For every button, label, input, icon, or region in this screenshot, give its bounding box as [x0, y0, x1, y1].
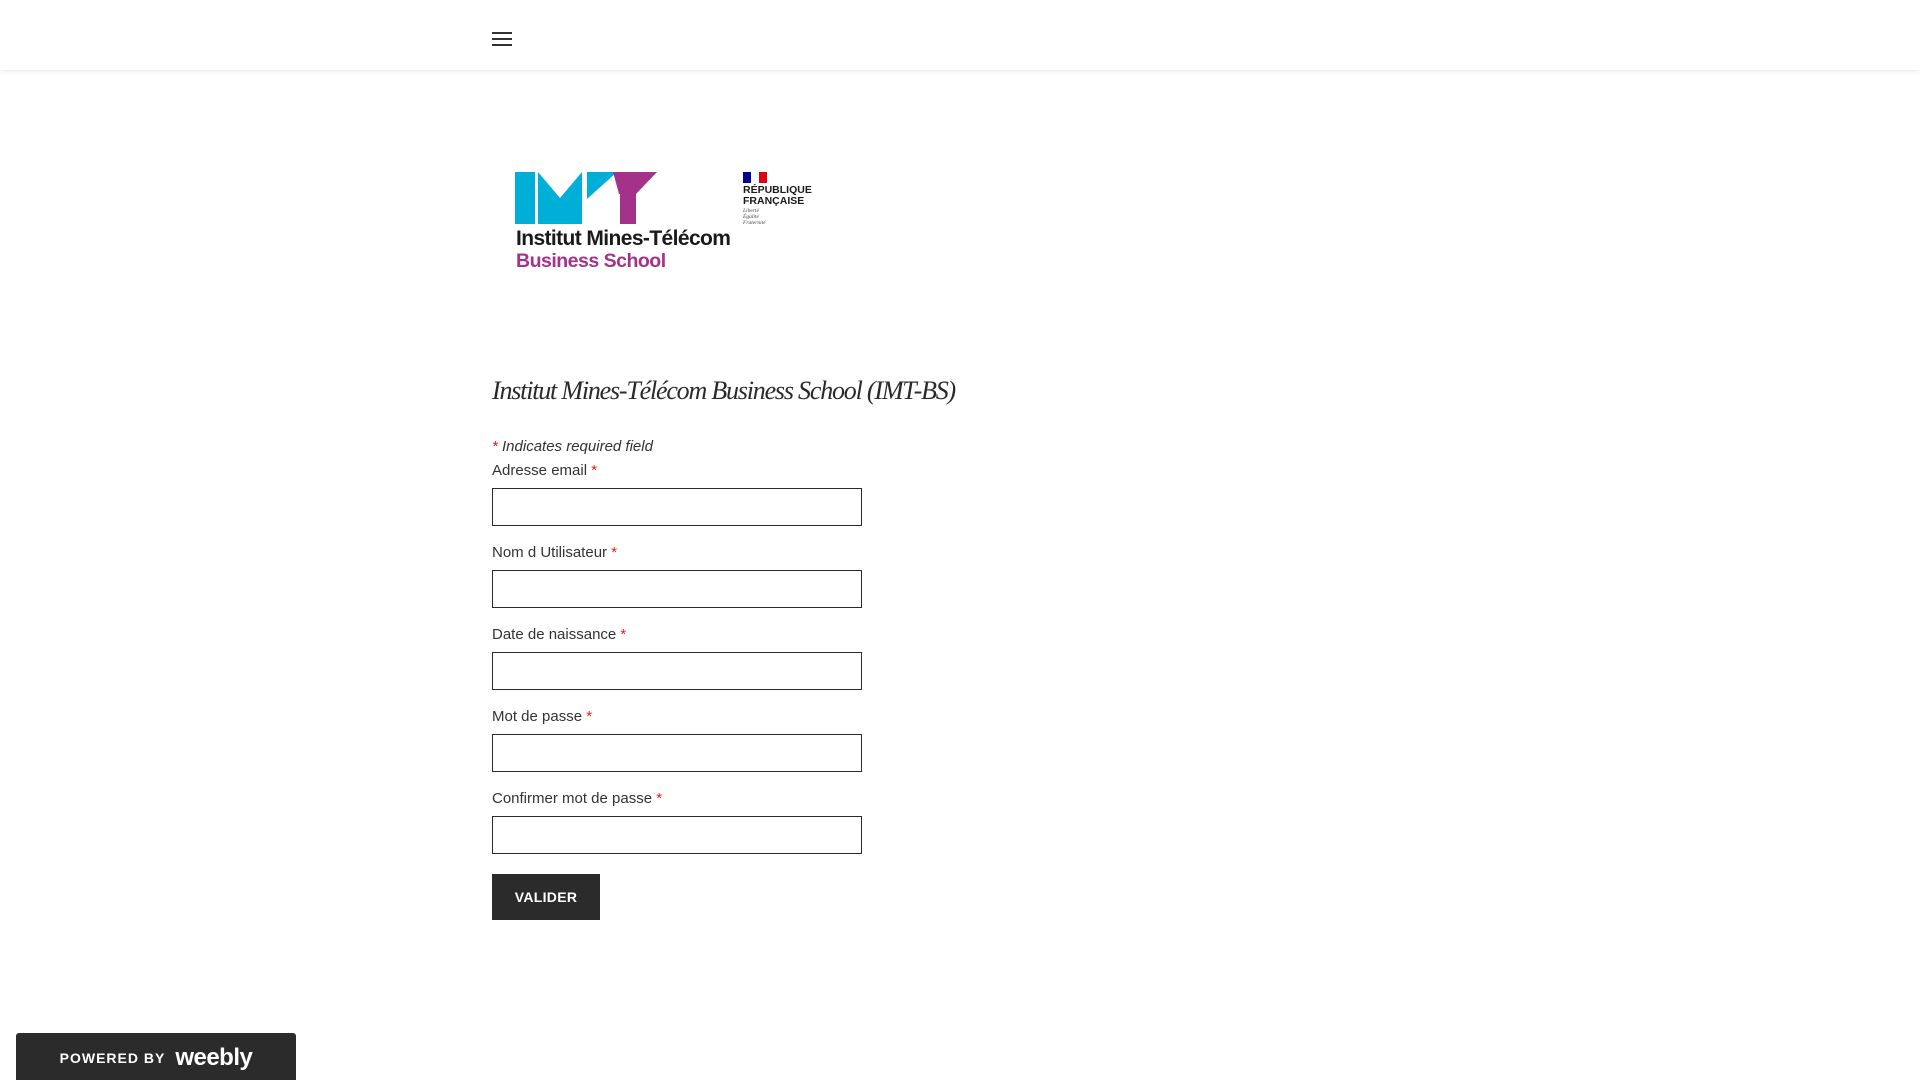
republique-text: RÉPUBLIQUE FRANÇAISE [743, 185, 812, 207]
imt-bs-logo[interactable]: Institut Mines-Télécom Business School R… [515, 170, 815, 280]
hamburger-line [492, 38, 512, 40]
confirm-password-input[interactable] [492, 816, 862, 854]
motto-fraternite: Fraternité [743, 220, 766, 226]
required-field-note: * Indicates required field [492, 438, 653, 455]
logo-text-business-school: Business School [516, 250, 666, 272]
page-title: Institut Mines-Télécom Business School (… [492, 376, 956, 405]
submit-button[interactable]: VALIDER [492, 874, 600, 920]
powered-by-text: POWERED BY [59, 1050, 166, 1066]
email-label-text: Adresse email [492, 462, 588, 479]
republique-francaise-logo: RÉPUBLIQUE FRANÇAISE Liberté Égalité Fra… [743, 172, 823, 232]
hamburger-line [492, 44, 512, 46]
confirm-password-label-text: Confirmer mot de passe [492, 790, 653, 807]
password-label: Mot de passe * [492, 708, 592, 725]
birthdate-input[interactable] [492, 652, 862, 690]
weebly-logo: weebly [175, 1044, 253, 1071]
required-star: * [620, 626, 627, 643]
confirm-password-label: Confirmer mot de passe * [492, 790, 662, 807]
flag-white-stripe [751, 172, 759, 183]
imt-logo-shapes-icon [515, 172, 657, 224]
username-input[interactable] [492, 570, 862, 608]
required-star: * [611, 544, 618, 561]
birthdate-label: Date de naissance * [492, 626, 626, 643]
powered-by-weebly-badge[interactable]: POWERED BY weebly [16, 1033, 296, 1080]
email-label: Adresse email * [492, 462, 597, 479]
republique-motto: Liberté Égalité Fraternité [743, 208, 766, 226]
password-label-text: Mot de passe [492, 708, 583, 725]
hamburger-menu-icon[interactable] [492, 32, 512, 46]
birthdate-label-text: Date de naissance [492, 626, 617, 643]
republique-line2: FRANÇAISE [743, 195, 805, 207]
flag-blue-stripe [743, 172, 751, 183]
top-nav-bar [0, 0, 1920, 70]
required-star: * [656, 790, 663, 807]
hamburger-line [492, 32, 512, 34]
username-label: Nom d Utilisateur * [492, 544, 617, 561]
required-note-text: Indicates required field [502, 438, 653, 455]
logo-text-institute: Institut Mines-Télécom [516, 227, 731, 250]
username-label-text: Nom d Utilisateur [492, 544, 608, 561]
flag-red-stripe [759, 172, 767, 183]
required-star: * [586, 708, 593, 725]
french-flag-icon [743, 172, 767, 183]
required-star: * [492, 438, 498, 455]
email-input[interactable] [492, 488, 862, 526]
required-star: * [591, 462, 598, 479]
password-input[interactable] [492, 734, 862, 772]
